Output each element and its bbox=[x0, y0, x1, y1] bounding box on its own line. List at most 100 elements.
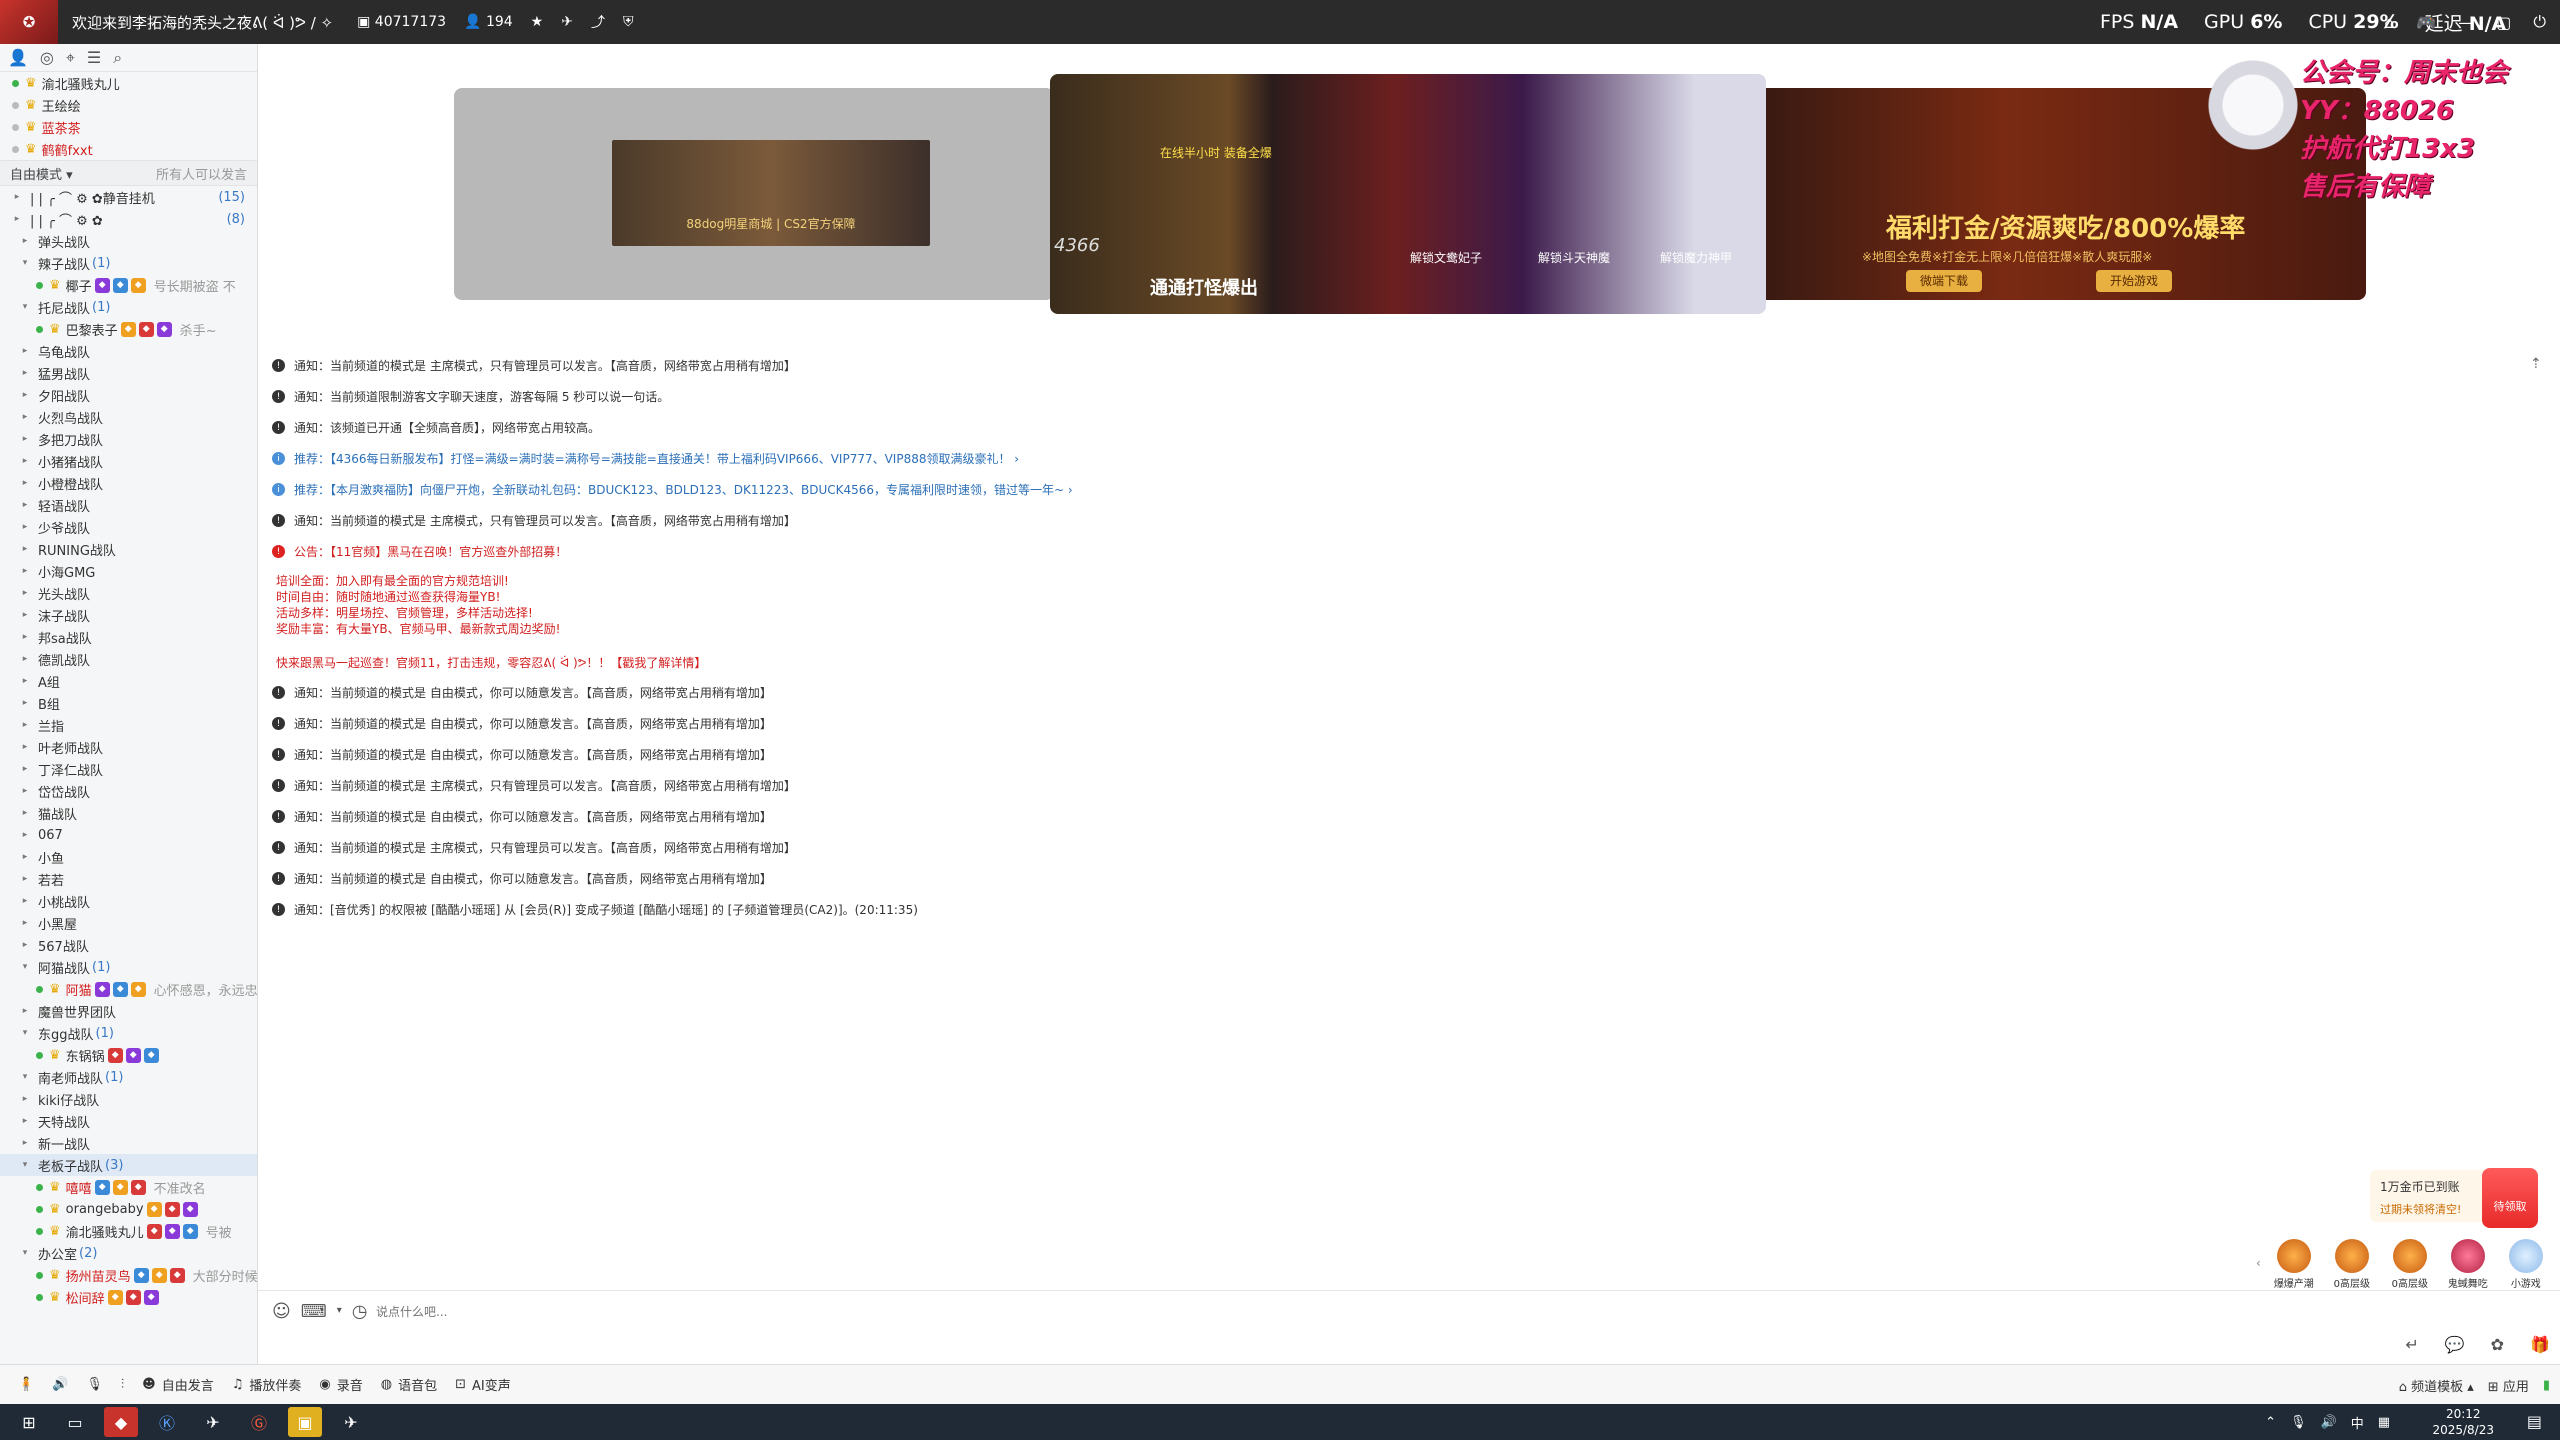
user-icon[interactable]: 👤 bbox=[8, 48, 28, 67]
guild-ad[interactable]: 公会号：周末也会 YY：88026 护航代打13x3 售后有保障 bbox=[2208, 50, 2538, 210]
channel-item[interactable]: ▸ 567战队 bbox=[0, 934, 257, 956]
channel-member[interactable]: ♛ 渝北骚贱丸儿 ◆ ◆ ◆ 号被 bbox=[0, 1220, 257, 1242]
expand-icon[interactable]: ▸ bbox=[20, 566, 30, 576]
channel-item[interactable]: ▸ 小黑屋 bbox=[0, 912, 257, 934]
expand-icon[interactable]: ▸ bbox=[20, 808, 30, 818]
record-button[interactable]: ◉ 录音 bbox=[319, 1375, 362, 1394]
channel-item[interactable]: ▾ 阿猫战队 (1) bbox=[0, 956, 257, 978]
expand-icon[interactable]: ▸ bbox=[20, 610, 30, 620]
task-view-icon[interactable]: ▭ bbox=[58, 1407, 92, 1437]
channel-item[interactable]: ▾ 办公室 (2) bbox=[0, 1242, 257, 1264]
chat-input[interactable] bbox=[376, 1301, 1276, 1323]
channel-member[interactable]: ♛ 东锅锅 ◆ ◆ ◆ bbox=[0, 1044, 257, 1066]
channel-item[interactable]: ▸ 少爷战队 bbox=[0, 516, 257, 538]
mini-game-button[interactable]: 小游戏 bbox=[2501, 1239, 2551, 1290]
channel-item[interactable]: ▸ 叶老师战队 bbox=[0, 736, 257, 758]
mic-tray-icon[interactable]: 🎙 bbox=[2290, 1415, 2307, 1430]
channel-item[interactable]: ▾ 老板子战队 (3) bbox=[0, 1154, 257, 1176]
channel-member[interactable]: ♛ 椰子 ◆ ◆ ◆ 号长期被盗 不 bbox=[0, 274, 257, 296]
channel-item[interactable]: ▸ 弹头战队 bbox=[0, 230, 257, 252]
expand-icon[interactable]: ▸ bbox=[20, 654, 30, 664]
expand-icon[interactable]: ▸ bbox=[20, 456, 30, 466]
channel-member[interactable]: ♛阿猫◆◆◆心怀感恩，永远忠诚 bbox=[0, 978, 257, 1000]
sidebar-user[interactable]: ♛ 渝北骚贱丸儿 bbox=[0, 72, 257, 94]
expand-icon[interactable]: ▸ bbox=[20, 632, 30, 642]
channel-item[interactable]: ▸ A组 bbox=[0, 670, 257, 692]
channel-item[interactable]: ▸ 魔兽世界团队 bbox=[0, 1000, 257, 1022]
plane-icon[interactable]: ✈ bbox=[561, 14, 573, 30]
online-count[interactable]: 👤 194 bbox=[464, 14, 513, 30]
channel-member[interactable]: ♛ 松间辞 ◆ ◆ ◆ bbox=[0, 1286, 257, 1308]
expand-icon[interactable]: ▾ bbox=[20, 302, 30, 312]
headset-icon[interactable]: ◎ bbox=[40, 48, 54, 67]
ime-indicator[interactable]: 中 bbox=[2351, 1413, 2364, 1432]
app-g-icon[interactable]: Ⓖ bbox=[242, 1407, 276, 1437]
app-steam-icon[interactable]: ✈ bbox=[334, 1407, 368, 1437]
gift-item[interactable]: 鬼蜮舞吃 bbox=[2443, 1239, 2493, 1290]
ai-voice-button[interactable]: ⊡ AI变声 bbox=[455, 1375, 511, 1394]
expand-icon[interactable]: ▸ bbox=[20, 478, 30, 488]
chevron-down-icon[interactable]: ▾ bbox=[337, 1301, 342, 1322]
channel-item[interactable]: ▸ RUNING战队 bbox=[0, 538, 257, 560]
channel-member[interactable]: ♛ 巴黎表子 ◆ ◆ ◆ 杀手~ bbox=[0, 318, 257, 340]
banner-left-slide[interactable]: 88dog明星商城 | CS2官方保障 bbox=[454, 88, 1054, 300]
expand-icon[interactable]: ▾ bbox=[20, 1248, 30, 1258]
message-text[interactable]: 推荐：【本月激爽福防】向僵尸开炮，全新联动礼包码：BDUCK123、BDLD12… bbox=[294, 481, 1073, 498]
expand-icon[interactable]: ▸ bbox=[20, 676, 30, 686]
apps-button[interactable]: ⊞ 应用 bbox=[2488, 1376, 2529, 1395]
avatar[interactable]: 🧍 bbox=[18, 1377, 34, 1392]
channel-item[interactable]: ▸ 岱岱战队 bbox=[0, 780, 257, 802]
download-button[interactable]: 微端下载 bbox=[1906, 270, 1983, 292]
expand-icon[interactable]: ▸ bbox=[20, 830, 30, 840]
channel-item[interactable]: ▸ 丁泽仁战队 bbox=[0, 758, 257, 780]
minimize-icon[interactable]: — bbox=[2458, 13, 2474, 32]
app-plane-icon[interactable]: ✈ bbox=[196, 1407, 230, 1437]
expand-icon[interactable]: ▸ bbox=[20, 434, 30, 444]
free-speak-button[interactable]: ☻ 自由发言 bbox=[142, 1375, 214, 1394]
recruit-cta[interactable]: 快来跟黑马一起巡查！官频11，打击违规，零容忍ᕕ( ᐛ )ᕗ！！【戳我了解详情】 bbox=[276, 647, 2072, 677]
expand-icon[interactable]: ▸ bbox=[20, 698, 30, 708]
expand-icon[interactable]: ▸ bbox=[20, 940, 30, 950]
channel-item[interactable]: ▾ 托尼战队 (1) bbox=[0, 296, 257, 318]
app-k-icon[interactable]: Ⓚ bbox=[150, 1407, 184, 1437]
expand-icon[interactable]: ▸ bbox=[20, 1138, 30, 1148]
channel-item[interactable]: ▾ 东gg战队 (1) bbox=[0, 1022, 257, 1044]
expand-icon[interactable]: ▸ bbox=[20, 1006, 30, 1016]
expand-icon[interactable]: ▸ bbox=[20, 412, 30, 422]
history-icon[interactable]: ◷ bbox=[352, 1301, 368, 1322]
channel-item[interactable]: ▸ 光头战队 bbox=[0, 582, 257, 604]
expand-icon[interactable]: ▸ bbox=[20, 1094, 30, 1104]
start-game-button[interactable]: 开始游戏 bbox=[2096, 270, 2173, 292]
scroll-top-icon[interactable]: ⇡ bbox=[2530, 356, 2542, 372]
channel-item[interactable]: ▸ 多把刀战队 bbox=[0, 428, 257, 450]
chevron-left-icon[interactable]: ‹ bbox=[2256, 1256, 2261, 1290]
channel-member[interactable]: ♛ 嘻嘻 ◆ ◆ ◆ 不准改名 bbox=[0, 1176, 257, 1198]
sidebar-user[interactable]: ♛ 蓝茶茶 bbox=[0, 116, 257, 138]
location-icon[interactable]: ⌖ bbox=[66, 48, 75, 68]
game-icon[interactable]: ⌨ bbox=[301, 1301, 327, 1322]
search-icon[interactable]: ⌕ bbox=[113, 48, 122, 68]
app-yy-icon[interactable]: ◆ bbox=[104, 1407, 138, 1437]
channel-item[interactable]: ▸ 乌龟战队 bbox=[0, 340, 257, 362]
expand-icon[interactable]: ▸ bbox=[20, 852, 30, 862]
expand-icon[interactable]: ▸ bbox=[20, 786, 30, 796]
expand-icon[interactable]: ▸ bbox=[20, 1116, 30, 1126]
expand-icon[interactable]: ▸ bbox=[20, 522, 30, 532]
channel-item[interactable]: ▸ 轻语战队 bbox=[0, 494, 257, 516]
expand-icon[interactable]: ▸ bbox=[20, 390, 30, 400]
maximize-icon[interactable]: ▢ bbox=[2496, 13, 2511, 32]
close-icon[interactable]: ⏻ bbox=[2533, 12, 2546, 32]
channel-member[interactable]: ♛ orangebaby ◆ ◆ ◆ bbox=[0, 1198, 257, 1220]
grid-tray-icon[interactable]: ▦ bbox=[2378, 1415, 2390, 1430]
channel-item[interactable]: ▸ 小橙橙战队 bbox=[0, 472, 257, 494]
notification-icon[interactable]: ▤ bbox=[2527, 1412, 2542, 1431]
expand-icon[interactable]: ▸ bbox=[20, 588, 30, 598]
channel-id[interactable]: ▣ 40717173 bbox=[357, 14, 446, 30]
gift-item[interactable]: 0高层级 bbox=[2327, 1239, 2377, 1290]
sidebar-user[interactable]: ♛ 王绘绘 bbox=[0, 94, 257, 116]
expand-icon[interactable]: ▸ bbox=[20, 368, 30, 378]
channel-item[interactable]: ▸ 沫子战队 bbox=[0, 604, 257, 626]
message-text[interactable]: 推荐：【4366每日新服发布】打怪=满级=满时装=满称号=满技能=直接通关！带上… bbox=[294, 450, 1019, 467]
app-active-icon[interactable]: ▣ bbox=[288, 1407, 322, 1437]
share-icon[interactable]: ⤴ bbox=[591, 12, 605, 32]
